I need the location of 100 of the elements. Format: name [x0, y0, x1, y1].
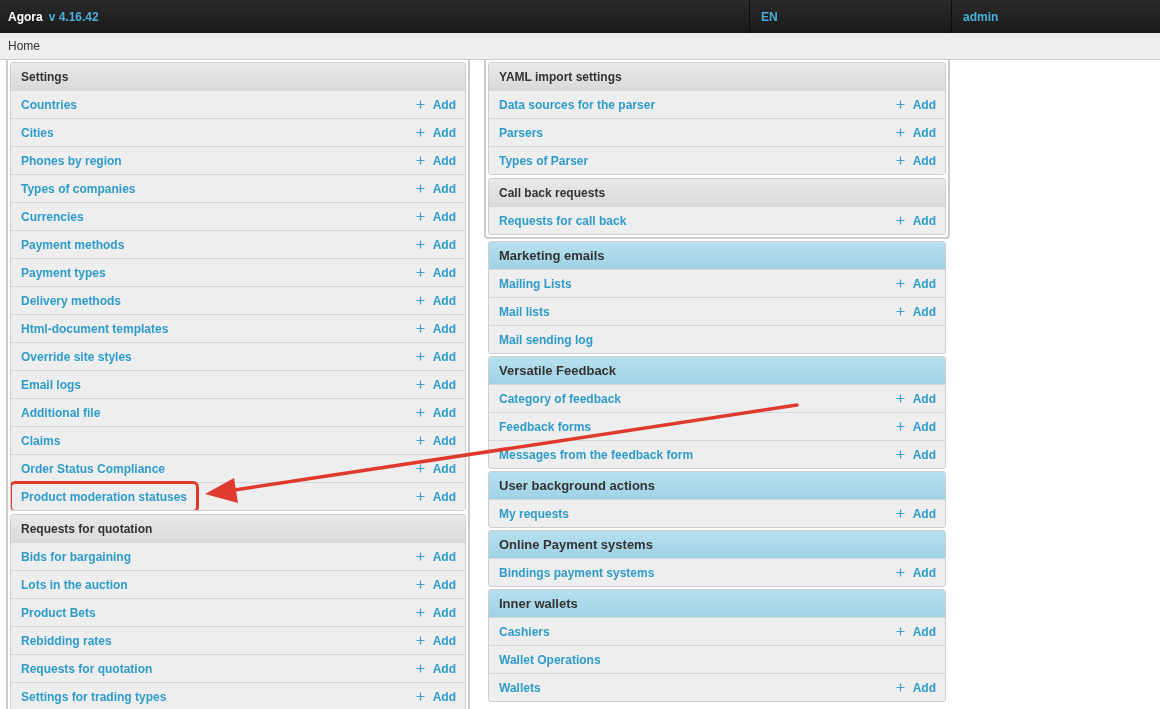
- add-link[interactable]: Add: [912, 274, 936, 293]
- module-link[interactable]: Requests for call back: [499, 211, 627, 230]
- add-link[interactable]: Add: [912, 417, 936, 436]
- module-link[interactable]: Category of feedback: [499, 389, 622, 408]
- add-link[interactable]: Add: [432, 403, 456, 422]
- module-link[interactable]: Product moderation statuses: [21, 487, 188, 506]
- add-link[interactable]: Add: [432, 659, 456, 678]
- plus-icon: [415, 692, 425, 701]
- add-link[interactable]: Add: [912, 123, 936, 142]
- module-header: Inner wallets: [489, 590, 945, 617]
- plus-icon: [895, 279, 905, 288]
- plus-icon: [895, 627, 905, 636]
- plus-icon: [415, 436, 425, 445]
- add-link[interactable]: Add: [432, 547, 456, 566]
- module-link[interactable]: Payment methods: [21, 235, 125, 254]
- module-link[interactable]: Payment types: [21, 263, 106, 282]
- breadcrumb-link[interactable]: Home: [8, 37, 40, 55]
- module-link[interactable]: Override site styles: [21, 347, 132, 366]
- add-link[interactable]: Add: [432, 95, 456, 114]
- add-link[interactable]: Add: [912, 302, 936, 321]
- module-header: Marketing emails: [489, 242, 945, 269]
- plus-icon: [895, 128, 905, 137]
- module-link[interactable]: Cashiers: [499, 622, 550, 641]
- module-link[interactable]: Html-document templates: [21, 319, 169, 338]
- module-link[interactable]: Product Bets: [21, 603, 96, 622]
- add-link[interactable]: Add: [432, 687, 456, 706]
- module-link[interactable]: Cities: [21, 123, 54, 142]
- plus-icon: [415, 408, 425, 417]
- plus-icon: [415, 492, 425, 501]
- plus-icon: [415, 212, 425, 221]
- app-brand[interactable]: Agora: [8, 7, 43, 26]
- add-link[interactable]: Add: [432, 263, 456, 282]
- plus-icon: [415, 100, 425, 109]
- module-link[interactable]: Parsers: [499, 123, 544, 142]
- plus-icon: [415, 580, 425, 589]
- add-link[interactable]: Add: [432, 123, 456, 142]
- add-link[interactable]: Add: [432, 151, 456, 170]
- add-link[interactable]: Add: [432, 575, 456, 594]
- plus-icon: [415, 324, 425, 333]
- plus-icon: [415, 296, 425, 305]
- add-link[interactable]: Add: [912, 151, 936, 170]
- plus-icon: [415, 664, 425, 673]
- module-header: Versatile Feedback: [489, 357, 945, 384]
- add-link[interactable]: Add: [912, 95, 936, 114]
- module-link[interactable]: Currencies: [21, 207, 84, 226]
- module-header: User background actions: [489, 472, 945, 499]
- module-link[interactable]: Additional file: [21, 403, 101, 422]
- add-link[interactable]: Add: [432, 319, 456, 338]
- add-link[interactable]: Add: [432, 603, 456, 622]
- user-link[interactable]: admin: [963, 7, 999, 26]
- add-link[interactable]: Add: [432, 431, 456, 450]
- module-link[interactable]: Mail lists: [499, 302, 550, 321]
- add-link[interactable]: Add: [912, 211, 936, 230]
- add-link[interactable]: Add: [432, 235, 456, 254]
- plus-icon: [895, 100, 905, 109]
- module-link[interactable]: Requests for quotation: [21, 659, 153, 678]
- module-link[interactable]: Claims: [21, 431, 61, 450]
- module-link[interactable]: Messages from the feedback form: [499, 445, 694, 464]
- module-header: Settings: [11, 63, 465, 90]
- add-link[interactable]: Add: [432, 631, 456, 650]
- module-link[interactable]: Lots in the auction: [21, 575, 128, 594]
- module-link[interactable]: Data sources for the parser: [499, 95, 656, 114]
- module-link[interactable]: Settings for trading types: [21, 687, 167, 706]
- module-link[interactable]: Bindings payment systems: [499, 563, 655, 582]
- plus-icon: [415, 464, 425, 473]
- plus-icon: [895, 509, 905, 518]
- module-link[interactable]: Order Status Compliance: [21, 459, 166, 478]
- add-link[interactable]: Add: [432, 179, 456, 198]
- module-header: Call back requests: [489, 179, 945, 206]
- module-link[interactable]: Phones by region: [21, 151, 122, 170]
- language-link[interactable]: EN: [761, 7, 778, 26]
- module-link[interactable]: Types of Parser: [499, 151, 589, 170]
- module-link[interactable]: Email logs: [21, 375, 82, 394]
- add-link[interactable]: Add: [432, 459, 456, 478]
- add-link[interactable]: Add: [432, 347, 456, 366]
- add-link[interactable]: Add: [912, 504, 936, 523]
- plus-icon: [895, 422, 905, 431]
- plus-icon: [415, 184, 425, 193]
- add-link[interactable]: Add: [912, 678, 936, 697]
- module-link[interactable]: Wallet Operations: [499, 650, 601, 669]
- module-link[interactable]: Bids for bargaining: [21, 547, 131, 566]
- plus-icon: [415, 156, 425, 165]
- add-link[interactable]: Add: [912, 622, 936, 641]
- module-link[interactable]: Wallets: [499, 678, 541, 697]
- module-link[interactable]: Mail sending log: [499, 330, 593, 349]
- add-link[interactable]: Add: [912, 389, 936, 408]
- module-link[interactable]: Delivery methods: [21, 291, 122, 310]
- module-link[interactable]: Countries: [21, 95, 77, 114]
- module-link[interactable]: Feedback forms: [499, 417, 592, 436]
- module-link[interactable]: My requests: [499, 504, 570, 523]
- add-link[interactable]: Add: [432, 291, 456, 310]
- add-link[interactable]: Add: [432, 487, 456, 506]
- module-link[interactable]: Types of companies: [21, 179, 136, 198]
- add-link[interactable]: Add: [912, 445, 936, 464]
- app-version: v 4.16.42: [48, 8, 99, 26]
- add-link[interactable]: Add: [432, 375, 456, 394]
- module-link[interactable]: Mailing Lists: [499, 274, 572, 293]
- add-link[interactable]: Add: [432, 207, 456, 226]
- add-link[interactable]: Add: [912, 563, 936, 582]
- module-link[interactable]: Rebidding rates: [21, 631, 112, 650]
